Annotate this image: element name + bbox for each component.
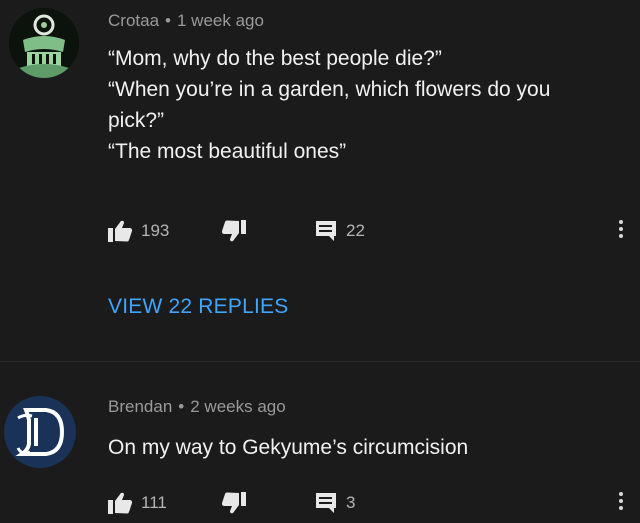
comment-icon [316,493,336,513]
reply-count: 3 [346,493,356,512]
meta-separator: • [178,397,185,416]
dot [619,227,623,231]
dot [619,499,623,503]
view-replies-link[interactable]: VIEW 22 REPLIES [108,295,288,319]
comment-text: On my way to Gekyume’s circumcision [108,432,618,463]
timestamp[interactable]: 1 week ago [177,11,264,30]
dot [619,220,623,224]
avatar[interactable] [9,8,79,78]
meta-separator: • [165,11,171,30]
comment-line: On my way to Gekyume’s circumcision [108,436,469,459]
comment-line: “Mom, why do the best people die?” [108,47,442,70]
dot [619,234,623,238]
reply-count: 22 [346,221,365,240]
like-count: 111 [141,493,167,512]
reply-button[interactable]: 3 [314,488,355,518]
comment-1: Crotaa • 1 week ago “Mom, why do the best … [0,0,640,362]
comment-meta: Brendan • 2 weeks ago [108,397,286,417]
emblem-icon [9,8,79,78]
author-name[interactable]: Crotaa [108,11,159,30]
dot [619,506,623,510]
timestamp[interactable]: 2 weeks ago [190,397,285,416]
comment-actions: 193 22 [107,216,627,246]
more-options-button[interactable] [615,490,627,516]
thumbs-down-icon [221,220,246,242]
comment-line: “When you’re in a garden, which flowers … [108,78,551,132]
more-options-button[interactable] [615,218,627,244]
comment-meta: Crotaa • 1 week ago [108,11,264,31]
like-count: 193 [141,221,170,240]
dislike-button[interactable] [221,216,247,246]
avatar[interactable] [4,396,76,468]
dot [619,492,623,496]
comment-line: “The most beautiful ones” [108,140,347,163]
reply-button[interactable]: 22 [314,216,365,246]
dislike-button[interactable] [221,488,247,518]
comment-icon [316,221,336,241]
thumbs-down-icon [221,492,246,514]
detroit-d-icon [4,396,76,468]
author-name[interactable]: Brendan [108,397,172,416]
thumbs-up-icon [108,492,133,514]
like-button[interactable]: 193 [107,216,169,246]
like-button[interactable]: 111 [107,488,167,518]
comment-actions: 111 3 [107,488,627,518]
comment-text: “Mom, why do the best people die?” “When… [108,43,608,167]
comment-2: Brendan • 2 weeks ago On my way to Gekyume… [0,362,640,523]
thumbs-up-icon [108,220,133,242]
